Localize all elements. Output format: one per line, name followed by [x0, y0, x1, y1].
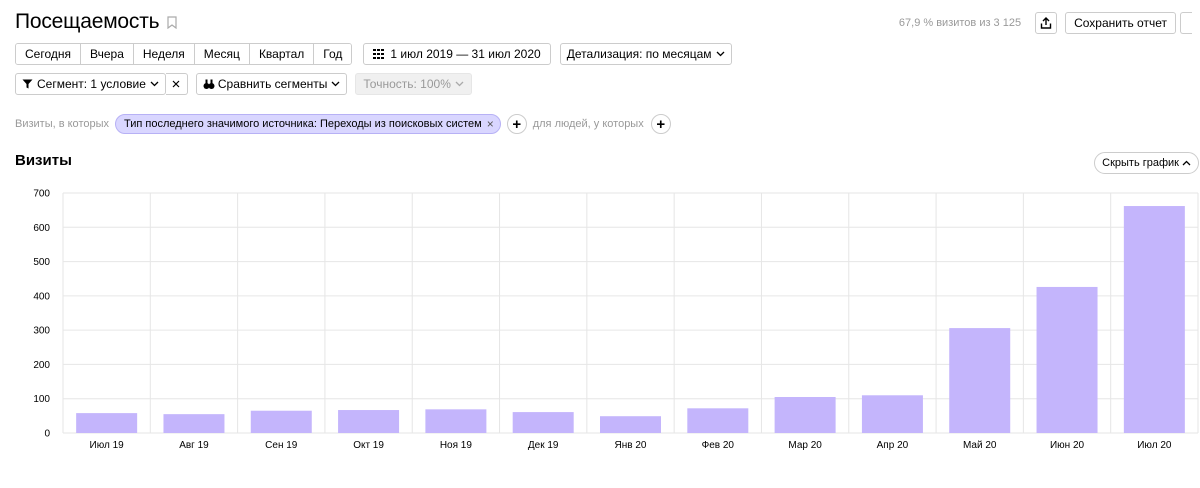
share-icon: [1040, 17, 1052, 29]
detail-select[interactable]: Детализация: по месяцам: [559, 43, 732, 65]
x-tick-label: Июл 19: [90, 440, 125, 451]
bar[interactable]: [250, 410, 312, 433]
segment-select[interactable]: Сегмент: 1 условие: [15, 73, 166, 95]
x-tick-label: Фев 20: [702, 440, 735, 451]
people-filter-label: для людей, у которых: [532, 118, 644, 130]
period-year-button[interactable]: Год: [314, 44, 352, 64]
y-tick-label: 300: [33, 326, 50, 337]
x-tick-label: Июн 20: [1050, 440, 1085, 451]
plus-icon: +: [656, 115, 666, 133]
period-quarter-button[interactable]: Квартал: [249, 44, 315, 64]
more-button[interactable]: [1180, 12, 1192, 34]
chart-section-title: Визиты: [15, 152, 72, 169]
y-tick-label: 400: [33, 291, 50, 302]
hide-chart-text: Скрыть график: [1102, 157, 1179, 169]
x-tick-label: Окт 19: [353, 440, 384, 451]
y-axis-labels: 0 100 200 300 400 500 600 700: [33, 189, 50, 440]
period-week-button[interactable]: Неделя: [133, 44, 195, 64]
segment-toolbar: Сегмент: 1 условие Сравнить сегменты Точ…: [15, 73, 472, 95]
chart-grid: [62, 192, 1199, 434]
bar[interactable]: [512, 412, 574, 433]
chevron-up-icon: [1182, 160, 1191, 166]
chevron-down-icon: [150, 81, 159, 87]
date-range-picker[interactable]: 1 июл 2019 — 31 июл 2020: [363, 43, 551, 65]
period-yesterday-button[interactable]: Вчера: [81, 44, 134, 64]
filter-icon: [22, 79, 33, 89]
x-tick-label: Сен 19: [265, 440, 298, 451]
x-tick-label: Апр 20: [877, 440, 909, 451]
chevron-down-icon: [716, 51, 725, 57]
chevron-down-icon: [331, 81, 340, 87]
x-tick-label: Июл 20: [1137, 440, 1172, 451]
bar[interactable]: [163, 414, 225, 433]
filter-prefix-label: Визиты, в которых: [15, 118, 109, 130]
bar[interactable]: [425, 409, 487, 433]
period-today-button[interactable]: Сегодня: [16, 44, 81, 64]
filter-row: Визиты, в которых Тип последнего значимо…: [15, 114, 671, 134]
compare-segments-select[interactable]: Сравнить сегменты: [195, 73, 348, 95]
filter-chip-label: Тип последнего значимого источника: Пере…: [124, 118, 482, 130]
y-tick-label: 0: [44, 429, 50, 440]
compare-segments-text: Сравнить сегменты: [217, 77, 328, 91]
period-buttons: Сегодня Вчера Неделя Месяц Квартал Год: [15, 43, 353, 65]
page-title-text: Посещаемость: [15, 10, 160, 33]
bar[interactable]: [76, 413, 138, 433]
bar[interactable]: [1123, 206, 1185, 433]
filter-chip[interactable]: Тип последнего значимого источника: Пере…: [115, 114, 501, 134]
y-tick-label: 100: [33, 394, 50, 405]
x-tick-label: Мар 20: [788, 440, 822, 451]
page-title: Посещаемость: [15, 10, 177, 34]
compare-icon: [203, 79, 215, 90]
segment-select-text: Сегмент: 1 условие: [37, 77, 146, 91]
y-tick-label: 200: [33, 360, 50, 371]
chevron-down-icon: [455, 81, 464, 87]
x-tick-label: Авг 19: [179, 440, 209, 451]
header-actions: 67,9 % визитов из 3 125 Сохранить отчет: [899, 12, 1192, 34]
bar[interactable]: [774, 397, 836, 433]
bar[interactable]: [600, 416, 661, 433]
add-visit-condition-button[interactable]: +: [506, 114, 527, 134]
x-axis-labels: Июл 19 Авг 19 Сен 19 Окт 19 Ноя 19 Дек 19 Янв …: [90, 440, 1172, 451]
y-tick-label: 500: [33, 257, 50, 268]
period-month-button[interactable]: Месяц: [194, 44, 250, 64]
period-toolbar: Сегодня Вчера Неделя Месяц Квартал Год 1…: [15, 43, 732, 65]
add-people-condition-button[interactable]: +: [650, 114, 671, 134]
bookmark-icon[interactable]: [167, 15, 177, 29]
clear-segment-button[interactable]: [165, 73, 188, 95]
bar[interactable]: [861, 395, 923, 433]
export-button[interactable]: [1035, 12, 1058, 34]
close-icon: [172, 77, 180, 91]
accuracy-select[interactable]: Точность: 100%: [355, 73, 472, 95]
bar[interactable]: [687, 408, 749, 433]
bar[interactable]: [338, 410, 400, 433]
close-icon[interactable]: ×: [487, 117, 494, 131]
save-report-button[interactable]: Сохранить отчет: [1065, 12, 1176, 34]
detail-select-text: Детализация: по месяцам: [566, 47, 712, 61]
date-range-text: 1 июл 2019 — 31 июл 2020: [390, 47, 541, 61]
y-tick-label: 700: [33, 189, 50, 200]
bar[interactable]: [1036, 286, 1098, 433]
visits-bar-chart: 0 100 200 300 400 500 600 700 Июл 19 Авг 19 Сен 1…: [33, 189, 1199, 451]
x-tick-label: Ноя 19: [440, 440, 473, 451]
x-tick-label: Май 20: [963, 440, 997, 451]
bar[interactable]: [949, 328, 1011, 433]
accuracy-text: Точность: 100%: [363, 77, 451, 91]
x-tick-label: Янв 20: [615, 440, 647, 451]
plus-icon: +: [512, 115, 522, 133]
y-tick-label: 600: [33, 223, 50, 234]
x-tick-label: Дек 19: [528, 440, 559, 451]
calendar-icon: [373, 49, 385, 59]
visits-share-text: 67,9 % визитов из 3 125: [898, 17, 1022, 29]
hide-chart-button[interactable]: Скрыть график: [1094, 152, 1199, 174]
